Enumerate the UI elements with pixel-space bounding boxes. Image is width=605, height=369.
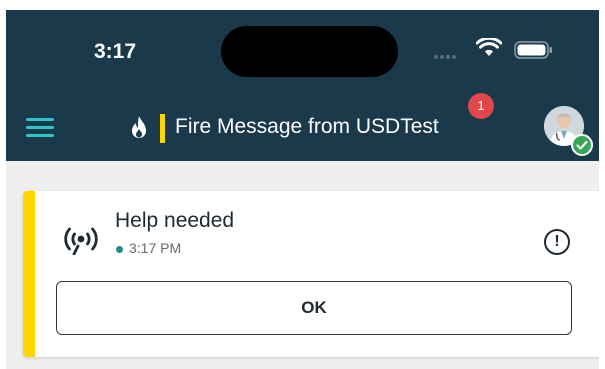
exclamation-icon[interactable]: !: [544, 229, 570, 255]
wifi-icon: [476, 38, 502, 56]
hamburger-menu-icon[interactable]: [26, 118, 54, 138]
page-title: Fire Message from USDTest: [175, 115, 439, 138]
fire-icon: [132, 116, 146, 138]
status-dot: [116, 246, 123, 253]
message-card: Help needed 3:17 PM ! OK: [23, 191, 599, 357]
checkmark-icon: [576, 140, 588, 150]
cellular-signal-icon: [434, 55, 456, 59]
notification-badge: 1: [468, 93, 494, 119]
ok-button[interactable]: OK: [56, 281, 572, 335]
dynamic-island: [221, 26, 398, 77]
app-screen: 3:17 Fire Message from USDTest 1 Help ne…: [6, 10, 599, 369]
status-time: 3:17: [94, 40, 137, 63]
broadcast-icon: [64, 227, 98, 255]
top-bar: 3:17 Fire Message from USDTest 1: [6, 10, 599, 161]
message-title: Help needed: [115, 209, 235, 232]
card-accent-bar: [23, 191, 35, 357]
presence-status-badge: [571, 134, 593, 156]
message-timestamp: 3:17 PM: [129, 240, 182, 256]
title-accent-bar: [160, 114, 165, 143]
battery-icon: [514, 41, 552, 59]
